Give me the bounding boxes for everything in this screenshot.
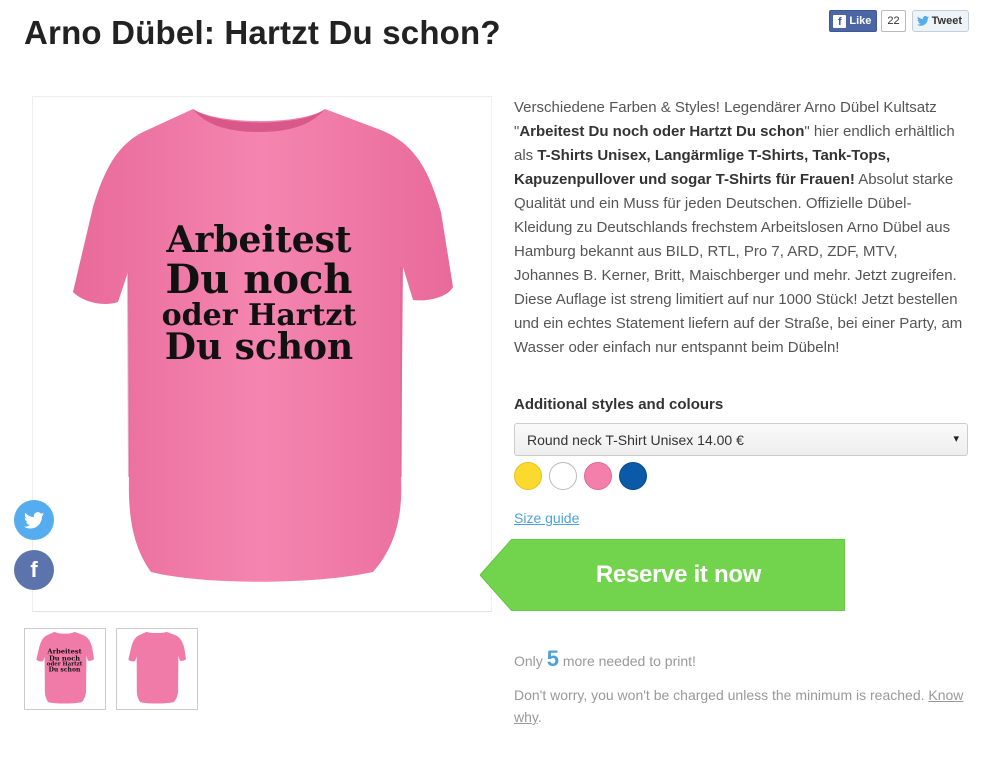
print-minimum-status: Only 5 more needed to print!: [514, 646, 696, 672]
twitter-bird-icon: [916, 16, 929, 26]
charge-notice-text: Don't worry, you won't be charged unless…: [514, 687, 925, 703]
shirt-print-line2: Du noch: [166, 256, 353, 303]
product-thumbnails: Arbeitest Du noch oder Hartzt Du schon: [24, 628, 198, 710]
facebook-icon: f: [30, 557, 38, 582]
facebook-like-button[interactable]: f Like: [829, 10, 878, 32]
size-guide-link[interactable]: Size guide: [514, 510, 579, 526]
tweet-label: Tweet: [931, 15, 962, 27]
facebook-logo-icon: f: [833, 14, 847, 28]
only-suffix: more needed to print!: [562, 653, 696, 669]
social-share-bar: f Like 22 Tweet: [829, 10, 969, 32]
description-text-3: Absolut starke Qualität und ein Muss für…: [514, 171, 963, 356]
charge-notice: Don't worry, you won't be charged unless…: [514, 684, 964, 728]
shirt-print-line1: Arbeitest: [165, 219, 351, 261]
style-select-value: Round neck T-Shirt Unisex 14.00 €: [527, 431, 744, 448]
styles-heading: Additional styles and colours: [514, 396, 724, 413]
charge-notice-period: .: [537, 709, 542, 725]
color-swatch-pink[interactable]: [584, 462, 612, 490]
tshirt-front-illustration: Arbeitest Du noch oder Hartzt Du schon: [73, 109, 453, 582]
thumb-print-line2: Du noch: [49, 654, 80, 662]
tshirt-front-thumbnail: Arbeitest Du noch oder Hartzt Du schon: [36, 631, 94, 704]
tweet-button[interactable]: Tweet: [911, 10, 969, 32]
thumb-print-line4: Du schon: [49, 666, 81, 673]
facebook-like-count: 22: [881, 10, 906, 32]
thumbnail-back[interactable]: [116, 628, 198, 710]
style-select[interactable]: Round neck T-Shirt Unisex 14.00 € ▾: [514, 423, 968, 456]
share-twitter-button[interactable]: [14, 500, 54, 540]
tshirt-back-thumbnail: [128, 631, 186, 704]
description-bold-2: T-Shirts Unisex, Langärmlige T-Shirts, T…: [514, 147, 891, 188]
product-main-image[interactable]: Arbeitest Du noch oder Hartzt Du schon: [32, 96, 492, 612]
chevron-down-icon: ▾: [953, 433, 959, 445]
description-bold-1: Arbeitest Du noch oder Hartzt Du schon: [519, 123, 805, 140]
share-facebook-button[interactable]: f: [14, 550, 54, 590]
page-title: Arno Dübel: Hartzt Du schon?: [24, 14, 501, 51]
color-swatch-white[interactable]: [549, 462, 577, 490]
reserve-button-label[interactable]: Reserve it now: [512, 539, 845, 611]
color-swatch-blue[interactable]: [619, 462, 647, 490]
only-prefix: Only: [514, 653, 543, 669]
twitter-icon: [24, 511, 44, 528]
floating-share-buttons: f: [14, 500, 54, 590]
thumbnail-front[interactable]: Arbeitest Du noch oder Hartzt Du schon: [24, 628, 106, 710]
shirt-print-line4: Du schon: [165, 326, 353, 368]
product-description: Verschiedene Farben & Styles! Legendärer…: [514, 96, 964, 360]
needed-count: 5: [546, 646, 559, 671]
facebook-like-label: Like: [849, 15, 872, 27]
color-swatch-yellow[interactable]: [514, 462, 542, 490]
color-swatches: [514, 462, 647, 490]
